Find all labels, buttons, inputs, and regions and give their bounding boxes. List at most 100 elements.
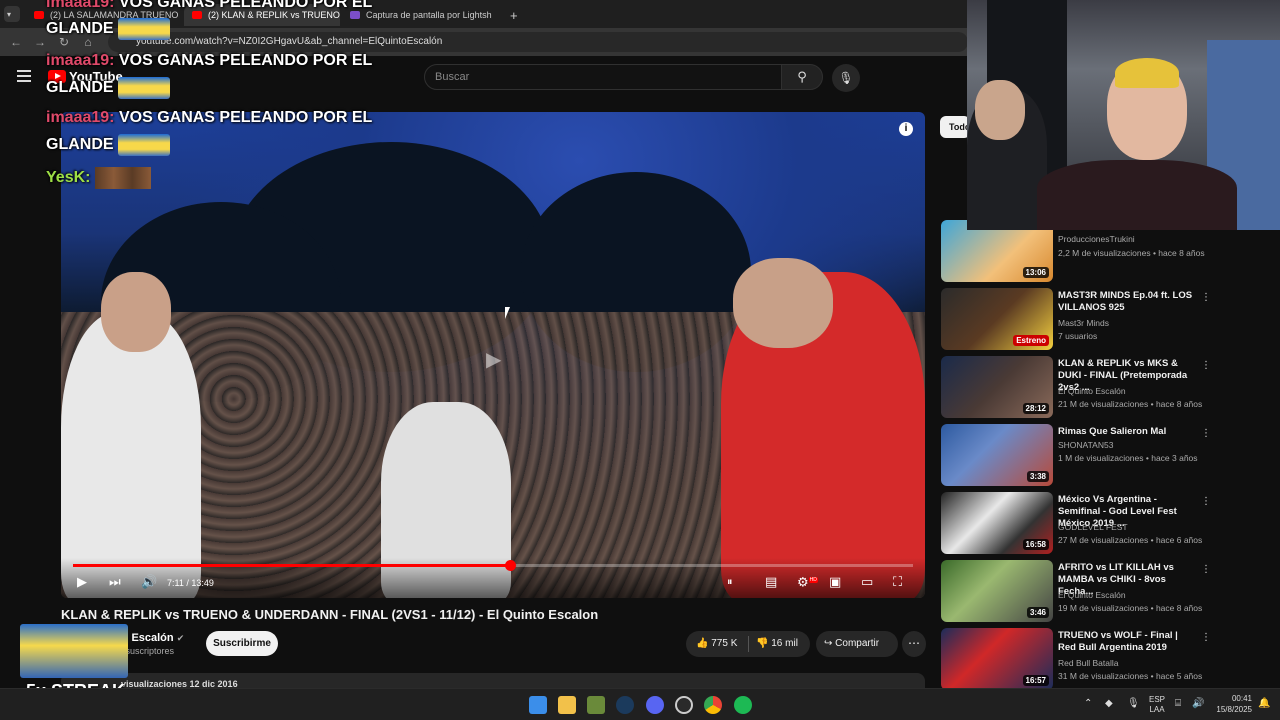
recommendation-item[interactable]: 3:38 Rimas Que Salieron Mal SHONATAN53 1… — [941, 424, 1271, 488]
rec-channel[interactable]: GODLEVEL FEST — [1058, 522, 1128, 532]
recommendation-item[interactable]: 16:57 TRUENO vs WOLF - Final | Red Bull … — [941, 628, 1271, 692]
progress-scrubber[interactable] — [504, 560, 516, 571]
speaker-icon[interactable]: 🔊 — [1192, 698, 1204, 709]
chat-username: YesK: — [46, 169, 91, 187]
rec-title[interactable]: MAST3R MINDS Ep.04 ft. LOS VILLANOS 925 — [1058, 290, 1198, 314]
more-actions-button[interactable]: ⋯ — [902, 631, 926, 657]
game-app-icon[interactable] — [587, 696, 605, 714]
language-indicator[interactable]: ESP LAA — [1149, 695, 1165, 715]
rec-channel[interactable]: SHONATAN53 — [1058, 440, 1113, 450]
minion-emote-icon — [118, 18, 171, 40]
video-player[interactable]: ▶ i ▶ ⏭ 🔊 7:11 / 13:49 ⏸ ▤ ⚙HD ▣ ▭ ⛶ — [61, 112, 925, 598]
video-thumbnail[interactable]: Estreno — [941, 288, 1053, 350]
chat-message: imaaa19: VOS GANAS PELEANDO POR EL — [46, 52, 372, 70]
volume-icon[interactable]: 🔊 — [141, 574, 157, 590]
more-options-icon[interactable]: ⋮ — [1201, 428, 1211, 439]
dislike-button[interactable]: 👎 16 mil — [756, 638, 798, 649]
settings-icon[interactable]: ⚙HD — [797, 572, 818, 590]
tray-app-icon[interactable]: ◆ — [1105, 698, 1113, 709]
video-thumbnail[interactable]: 3:46 — [941, 560, 1053, 622]
chat-message-line2: GLANDE — [46, 18, 171, 40]
hd-badge: HD — [808, 576, 818, 583]
steam-icon[interactable] — [616, 696, 634, 714]
rec-title[interactable]: TRUENO vs WOLF - Final | Red Bull Argent… — [1058, 630, 1198, 654]
microphone-tray-icon[interactable]: 🎙 — [1127, 698, 1140, 709]
video-thumbnail[interactable]: 16:58 — [941, 492, 1053, 554]
recommendation-item[interactable]: 16:58 México Vs Argentina - Semifinal - … — [941, 492, 1271, 556]
chat-username: imaaa19: — [46, 109, 115, 126]
rec-meta: 1 M de visualizaciones • hace 3 años — [1058, 453, 1198, 463]
rec-channel[interactable]: Red Bull Batalla — [1058, 658, 1118, 668]
chat-username: imaaa19: — [46, 52, 115, 69]
rec-meta: 2,2 M de visualizaciones • hace 8 años — [1058, 248, 1205, 258]
like-button[interactable]: 👍 775 K — [696, 638, 737, 649]
search-button[interactable]: ⚲ — [781, 64, 823, 90]
more-options-icon[interactable]: ⋮ — [1201, 632, 1211, 643]
clock[interactable]: 00:41 15/8/2025 — [1216, 693, 1252, 715]
chat-message: imaaa19: VOS GANAS PELEANDO POR EL — [46, 0, 372, 12]
recommendation-item[interactable]: Estreno MAST3R MINDS Ep.04 ft. LOS VILLA… — [941, 288, 1271, 352]
chat-username: imaaa19: — [46, 0, 115, 11]
tab-search-button[interactable]: ▾ — [4, 6, 20, 22]
discord-icon[interactable] — [646, 696, 664, 714]
file-explorer-icon[interactable] — [558, 696, 576, 714]
like-dislike-group: 👍 775 K 👎 16 mil — [686, 631, 810, 657]
share-button[interactable]: ↪ Compartir — [816, 631, 898, 657]
minion-streak-icon — [20, 624, 128, 678]
next-icon[interactable]: ⏭ — [109, 574, 121, 590]
info-icon[interactable]: i — [899, 122, 913, 136]
url-text: youtube.com/watch?v=NZ0I2GHgavU&ab_chann… — [136, 36, 443, 47]
progress-bar[interactable] — [73, 560, 913, 571]
rec-title[interactable]: Rimas Que Salieron Mal — [1058, 426, 1198, 438]
rec-channel[interactable]: Mast3r Minds — [1058, 318, 1109, 328]
autoplay-toggle[interactable]: ⏸ — [727, 574, 733, 590]
beanie-icon — [1115, 58, 1179, 88]
search-input[interactable]: Buscar — [424, 64, 782, 90]
rec-channel[interactable]: ProduccionesTrukini — [1058, 234, 1135, 244]
webcam-overlay — [967, 0, 1280, 230]
start-icon[interactable] — [529, 696, 547, 714]
share-label: Compartir — [835, 638, 880, 649]
minion-emote-icon — [118, 77, 171, 99]
obs-icon[interactable] — [675, 696, 693, 714]
address-bar[interactable]: youtube.com/watch?v=NZ0I2GHgavU&ab_chann… — [108, 32, 968, 52]
more-options-icon[interactable]: ⋮ — [1201, 564, 1211, 575]
new-tab-button[interactable]: + — [502, 4, 522, 26]
video-thumbnail[interactable]: 3:38 — [941, 424, 1053, 486]
voice-search-button[interactable]: 🎙 — [832, 64, 860, 92]
spotify-icon[interactable] — [734, 696, 752, 714]
tab-label: Captura de pantalla por Lightsh — [366, 10, 492, 20]
youtube-favicon-icon — [34, 11, 44, 19]
more-options-icon[interactable]: ⋮ — [1201, 360, 1211, 371]
more-options-icon[interactable]: ⋮ — [1201, 496, 1211, 507]
chrome-icon[interactable] — [704, 696, 722, 714]
like-count: 775 K — [711, 638, 738, 649]
clock-date: 15/8/2025 — [1216, 705, 1252, 714]
tray-chevron-icon[interactable]: ⌃ — [1084, 698, 1092, 709]
keyboard-layout: LAA — [1149, 705, 1165, 714]
theater-mode-icon[interactable]: ▭ — [861, 574, 873, 590]
fullscreen-icon[interactable]: ⛶ — [893, 574, 902, 590]
recommendation-item[interactable]: 3:46 AFRITO vs LIT KILLAH vs MAMBA vs CH… — [941, 560, 1271, 624]
video-duration: 3:38 — [1026, 471, 1049, 482]
rec-channel[interactable]: El Quinto Escalón — [1058, 386, 1126, 396]
scene-person-left — [61, 312, 201, 598]
network-icon[interactable]: ⌸ — [1175, 698, 1181, 709]
premiere-badge: Estreno — [1013, 335, 1049, 346]
more-options-icon[interactable]: ⋮ — [1201, 292, 1211, 303]
rec-channel[interactable]: El Quinto Escalón — [1058, 590, 1126, 600]
clock-time: 00:41 — [1231, 694, 1252, 703]
lightshot-favicon-icon — [350, 11, 360, 19]
video-thumbnail[interactable]: 16:57 — [941, 628, 1053, 690]
chat-text: GLANDE — [46, 79, 114, 97]
filter-chip-all[interactable]: Todo — [940, 116, 970, 138]
menu-icon[interactable] — [17, 70, 31, 82]
subtitles-icon[interactable]: ▤ — [765, 574, 777, 590]
subscribe-button[interactable]: Suscribirme — [206, 631, 278, 656]
miniplayer-icon[interactable]: ▣ — [829, 574, 841, 590]
recommendation-item[interactable]: 28:12 KLAN & REPLIK vs MKS & DUKI - FINA… — [941, 356, 1271, 420]
notification-icon[interactable]: 🔔 — [1258, 698, 1270, 709]
back-icon[interactable]: ← — [8, 34, 24, 50]
video-thumbnail[interactable]: 28:12 — [941, 356, 1053, 418]
play-icon[interactable]: ▶ — [77, 574, 87, 590]
